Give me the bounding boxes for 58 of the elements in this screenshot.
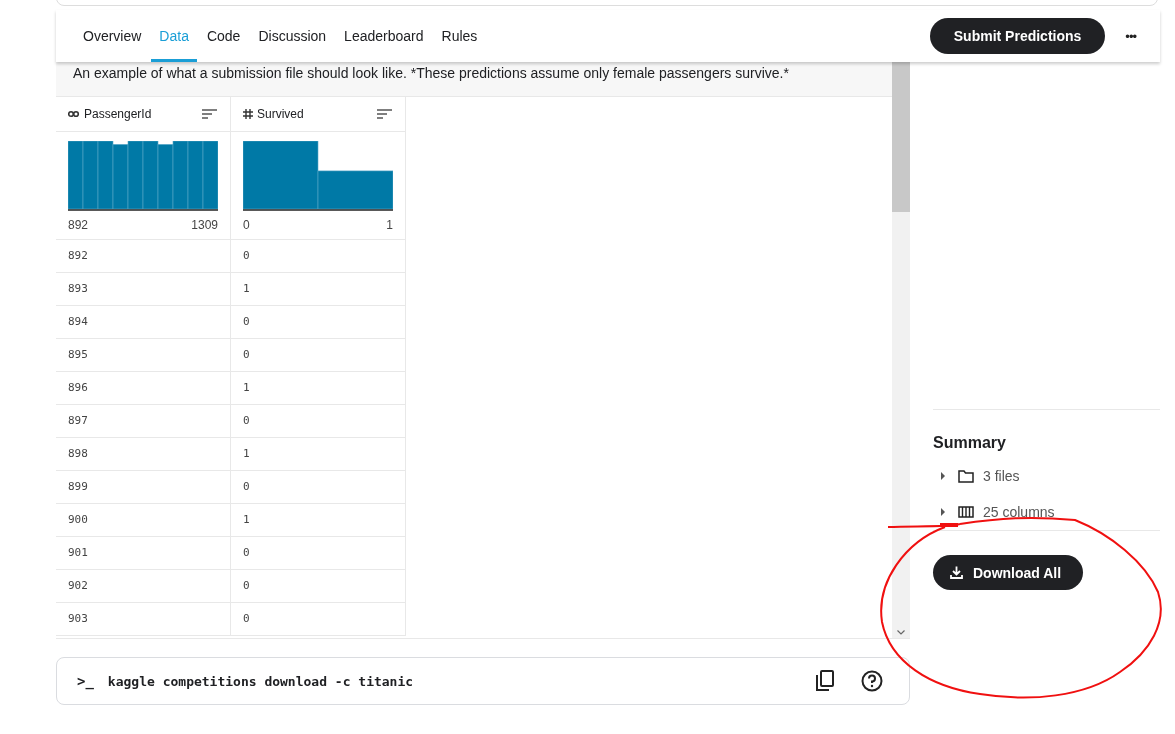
- tab[interactable]: Discussion: [250, 10, 335, 62]
- tab[interactable]: Rules: [433, 10, 486, 62]
- tab[interactable]: Overview: [75, 10, 150, 62]
- table-cell: 0: [231, 537, 406, 570]
- table-cell: 894: [56, 306, 231, 339]
- table-cell: 0: [231, 471, 406, 504]
- description-text: An example of what a submission file should look like. *These predictions assume only female passengers survive.*: [56, 62, 892, 97]
- more-button[interactable]: •••: [1119, 27, 1142, 45]
- table-cell: 0: [231, 240, 406, 273]
- download-all-button[interactable]: Download All: [933, 555, 1084, 590]
- command-text: kaggle competitions download -c titanic: [107, 673, 415, 689]
- summary-heading: Summary: [933, 434, 1007, 452]
- range-max: 1: [386, 218, 393, 232]
- table-cell: 897: [56, 405, 231, 438]
- table-cell: 902: [56, 570, 231, 603]
- help-icon[interactable]: [861, 670, 883, 692]
- tab[interactable]: Leaderboard: [336, 10, 432, 62]
- table-cell: 0: [231, 405, 406, 438]
- submit-predictions-button[interactable]: Submit Predictions: [929, 18, 1106, 54]
- table-cell: 898: [56, 438, 231, 471]
- prompt-symbol: >_: [77, 673, 94, 689]
- table-cell: 0: [231, 570, 406, 603]
- column-header[interactable]: Survived: [231, 97, 406, 132]
- table-cell: 893: [56, 273, 231, 306]
- table-cell: 0: [231, 339, 406, 372]
- table-cell: 892: [56, 240, 231, 273]
- sort-icon[interactable]: [202, 109, 217, 119]
- summary-item[interactable]: 3 files: [983, 468, 1020, 484]
- table-cell: 895: [56, 339, 231, 372]
- table-cell: 899: [56, 471, 231, 504]
- table-cell: 896: [56, 372, 231, 405]
- table-cell: 0: [231, 603, 406, 636]
- table-cell: 903: [56, 603, 231, 636]
- table-cell: 901: [56, 537, 231, 570]
- table-cell: 1: [231, 504, 406, 537]
- annotation-mark: [940, 523, 958, 527]
- table-cell: 0: [231, 306, 406, 339]
- tab[interactable]: Code: [198, 10, 249, 62]
- range-max: 1309: [191, 218, 218, 232]
- sort-icon[interactable]: [377, 109, 392, 119]
- table-cell: 1: [231, 438, 406, 471]
- column-header[interactable]: PassengerId: [56, 97, 231, 132]
- table-cell: 1: [231, 273, 406, 306]
- range-min: 0: [243, 218, 250, 232]
- caret-icon[interactable]: [940, 472, 946, 480]
- chevron-down-icon[interactable]: [897, 630, 905, 635]
- scrollbar[interactable]: [892, 62, 910, 638]
- copy-icon[interactable]: [815, 670, 835, 692]
- caret-icon[interactable]: [940, 508, 946, 516]
- folder-icon: [958, 469, 974, 483]
- download-icon: [950, 566, 963, 579]
- table-cell: 900: [56, 504, 231, 537]
- table-cell: 1: [231, 372, 406, 405]
- range-min: 892: [68, 218, 89, 232]
- scrollbar-thumb[interactable]: [892, 62, 910, 212]
- hash-icon: [243, 109, 253, 119]
- columns-icon: [958, 506, 974, 518]
- summary-item[interactable]: 25 columns: [983, 504, 1055, 520]
